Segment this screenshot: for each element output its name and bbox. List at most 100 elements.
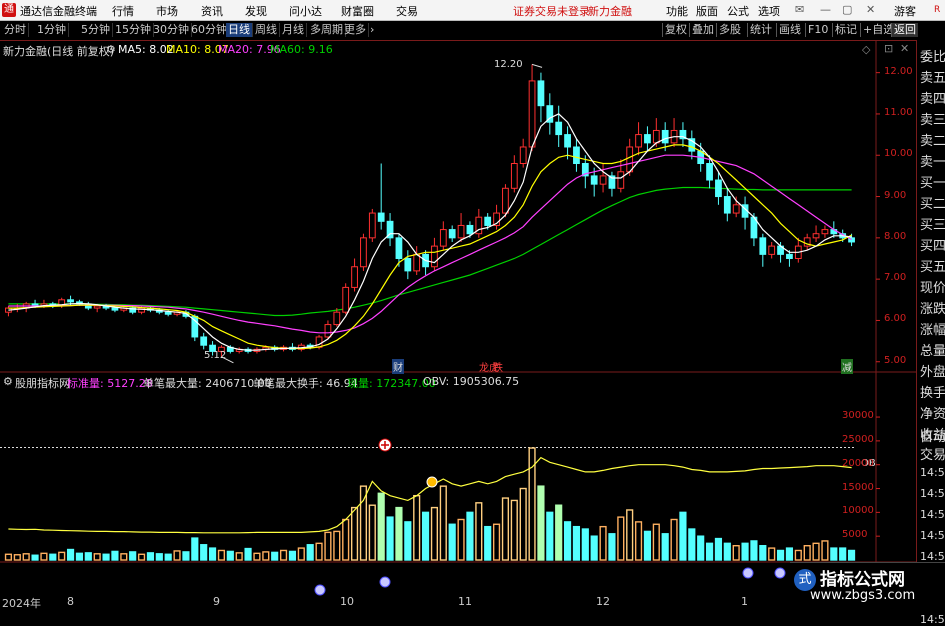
mark-button[interactable]: 标记 [832,23,859,37]
draw-line-button[interactable]: 画线 [776,23,803,37]
statistics-button[interactable]: 统计 [747,23,774,37]
panel-sell5: 卖五 [920,71,945,86]
maximize-icon[interactable]: ▢ [842,3,852,16]
panel-total-volume: 总量 [920,344,945,359]
candle-body [573,146,580,165]
candle-body [448,229,456,239]
panel-entrust-ratio: 委比 [920,50,945,65]
volume-bar [22,553,30,561]
volume-bar [652,523,660,561]
candle-body [812,233,820,239]
volume-bar [146,552,155,561]
message-icon[interactable]: ✉ [795,3,804,16]
volume-bar [714,537,723,561]
trade-login-warning[interactable]: 证券交易未登录 [513,3,590,19]
panel-buy4: 买四 [920,239,945,254]
event-finance-marker[interactable]: 财 [392,359,404,374]
period-30min[interactable]: 30分钟 [151,23,192,37]
period-timeshare[interactable]: 分时 [2,23,29,37]
f10-button[interactable]: F10 [805,23,830,37]
minimize-icon[interactable]: — [820,3,831,16]
menu-discover[interactable]: 发现 [245,3,267,19]
event-fall-marker[interactable]: 跌 [493,359,503,374]
candle [519,138,527,168]
watermark-title: 指标公式网 [820,570,905,590]
period-weekly[interactable]: 周线 [253,23,280,37]
candle-body [644,134,651,144]
volume-bar [173,550,181,561]
period-more[interactable]: 更多 [342,23,369,37]
menu-layout[interactable]: 版面 [696,3,718,19]
indicator-gear-icon[interactable]: ⚙ [3,375,13,388]
volume-bar [679,511,687,561]
menu-functions[interactable]: 功能 [666,3,688,19]
period-60min[interactable]: 60分钟 [189,23,230,37]
period-multi[interactable]: 多周期 [308,23,346,37]
volume-bar [297,547,305,561]
collapse-diamond-icon[interactable]: ◇ [862,43,870,56]
volume-bar [31,554,39,561]
signal-dot-icon [426,476,438,488]
candle-body [599,175,607,185]
period-monthly[interactable]: 月线 [280,23,307,37]
high-price-label: 12.20 [494,59,523,70]
app-title: 通达信金融终端 [20,5,97,18]
volume-bar [688,528,696,561]
menu-news[interactable]: 资讯 [201,3,223,19]
price-tick: 8.00 [884,230,907,242]
restore-rights-button[interactable]: 复权 [662,23,689,37]
panel-close-icon[interactable]: ✕ [900,42,909,55]
low-price-label: 5.12 [204,350,227,361]
panel-outer-volume: 外盘 [920,365,945,380]
candle-body [377,212,385,222]
volume-bar [599,525,607,561]
volume-bar [475,502,483,561]
period-1min[interactable]: 1分钟 [35,23,69,37]
menu-wealth-circle[interactable]: 财富圈 [341,3,374,19]
volume-bar [732,545,740,561]
volume-bar [40,552,48,561]
panel-change: 涨跌 [920,302,945,317]
period-daily[interactable]: 日线 [226,23,253,37]
candle-body [706,163,713,181]
volume-bar [84,552,92,561]
watermark-url: www.zbgs3.com [810,588,916,603]
kline-chart[interactable] [0,40,916,609]
volume-bar [137,553,146,561]
menu-quotes[interactable]: 行情 [112,3,134,19]
period-15min[interactable]: 15分钟 [113,23,154,37]
candle-body [555,121,563,136]
settings-gear-icon[interactable]: ⚙ [106,43,116,56]
menu-trade[interactable]: 交易 [396,3,418,19]
volume-bar [342,518,350,561]
volume-tick: 25000 [842,433,874,445]
close-icon[interactable]: ✕ [866,3,875,16]
candle [404,250,412,280]
menu-options[interactable]: 选项 [758,3,780,19]
candle [794,237,802,263]
menu-market[interactable]: 市场 [156,3,178,19]
candle-body [652,129,660,144]
back-button[interactable]: 返回 [891,23,918,37]
event-reduce-marker[interactable]: 减 [841,359,853,374]
menu-formula[interactable]: 公式 [727,3,749,19]
guest-user[interactable]: 游客 [894,3,916,19]
pin-icon[interactable]: ⊡ [884,42,893,55]
volume-bar [537,485,545,561]
volume-tick: 5000 [842,529,868,541]
candle-body [502,187,509,214]
volume-bar [830,547,838,561]
candle-body [67,299,74,303]
multi-stock-button[interactable]: 多股 [716,23,743,37]
obv-value-label: OBV: 1905306.75 [423,375,520,388]
overlay-button[interactable]: 叠加 [689,23,716,37]
volume-bar [626,509,634,561]
date-month-label: 11 [458,595,472,608]
more-chevron-icon[interactable]: › [368,23,376,37]
period-5min[interactable]: 5分钟 [79,23,113,37]
candle [644,126,651,152]
volume-bar [377,492,385,561]
period-toolbar: 分时 1分钟 5分钟 15分钟 30分钟 60分钟 日线 周线 月线 多周期 更… [0,21,945,41]
candle [528,64,536,152]
menu-ask-xiaoda[interactable]: 问小达 [289,3,322,19]
